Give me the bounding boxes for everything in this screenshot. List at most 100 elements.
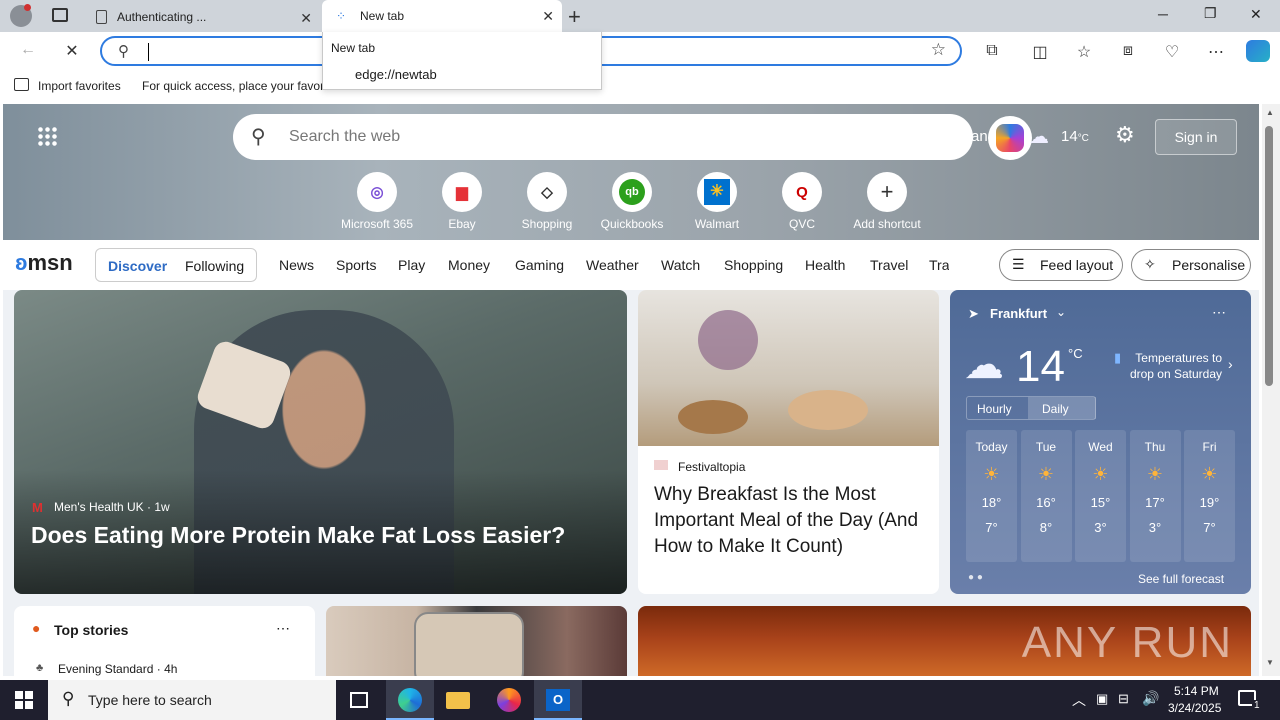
split-screen-icon[interactable]: ◫ xyxy=(1030,42,1050,62)
shortcut-qvc[interactable]: Q QVC xyxy=(762,172,842,231)
edge-taskbar-icon[interactable] xyxy=(386,680,434,720)
article-headline[interactable]: Does Eating More Protein Make Fat Loss E… xyxy=(31,522,621,549)
shortcut-ebay[interactable]: ▆ Ebay xyxy=(422,172,502,231)
nav-travel[interactable]: Travel xyxy=(870,257,908,273)
profile-icon[interactable] xyxy=(10,4,32,27)
chevron-right-icon[interactable]: › xyxy=(1228,356,1233,372)
forecast-day-thu[interactable]: Thu ☀ 17° 3° xyxy=(1129,430,1181,562)
feed-layout-button[interactable]: ☰ Feed layout xyxy=(999,249,1123,281)
nav-gaming[interactable]: Gaming xyxy=(515,257,564,273)
partly-cloudy-icon: ☀ xyxy=(983,464,1000,484)
nav-truncated[interactable]: Tra xyxy=(929,257,949,273)
settings-gear-icon[interactable]: ⚙ xyxy=(1115,122,1135,148)
firefox-icon[interactable] xyxy=(497,688,521,712)
close-window-icon[interactable]: ✕ xyxy=(1250,6,1262,23)
search-icon: ⚲ xyxy=(62,689,75,708)
more-options-icon[interactable]: ⋯ xyxy=(276,620,290,637)
day-low: 3° xyxy=(1148,520,1162,535)
add-shortcut-button[interactable]: + Add shortcut xyxy=(847,172,927,231)
msn-logo[interactable]: ʚmsn xyxy=(15,250,73,276)
watermark: ANY RUN xyxy=(1021,618,1233,667)
tab-discover[interactable]: Discover xyxy=(108,258,167,274)
new-tab-button[interactable]: + xyxy=(568,4,581,30)
restore-icon[interactable]: ❐ xyxy=(1204,5,1217,22)
weather-card[interactable]: ➤ Frankfurt ⌄ ⋯ ☁ 14 °C ▮ Temperatures t… xyxy=(950,290,1251,594)
tab-daily[interactable]: Daily xyxy=(1028,397,1096,419)
collections-icon[interactable]: ⧈ xyxy=(1118,42,1138,62)
copilot-icon[interactable] xyxy=(1246,40,1270,62)
tab-new-tab[interactable]: ⁘ New tab ✕ xyxy=(322,0,562,32)
scroll-down-icon[interactable]: ▼ xyxy=(1266,658,1274,667)
nav-play[interactable]: Play xyxy=(398,257,425,273)
taskbar-search-input[interactable]: Type here to search xyxy=(88,692,212,708)
copilot-avatar-icon[interactable] xyxy=(988,116,1032,160)
suggestion-item[interactable]: edge://newtab xyxy=(355,67,437,82)
newtab-page: ⚲ Search the web an ☁ 14°C ⚙ Sign in ◎ Mi… xyxy=(3,104,1259,676)
favorites-icon[interactable]: ☆ xyxy=(1074,42,1094,62)
nav-news[interactable]: News xyxy=(279,257,314,273)
chevron-down-icon[interactable]: ⌄ xyxy=(1056,305,1066,319)
nav-watch[interactable]: Watch xyxy=(661,257,700,273)
shortcut-walmart[interactable]: ✳ Walmart xyxy=(677,172,757,231)
nav-health[interactable]: Health xyxy=(805,257,845,273)
windows-start-icon[interactable] xyxy=(15,691,33,709)
browser-essentials-icon[interactable]: ♡ xyxy=(1162,42,1182,62)
forecast-day-today[interactable]: Today ☀ 18° 7° xyxy=(966,430,1017,562)
file-explorer-icon[interactable] xyxy=(446,692,470,709)
personalise-button[interactable]: ✧ Personalise xyxy=(1131,249,1251,281)
page-scrollbar[interactable]: ▲ ▼ xyxy=(1262,104,1280,676)
scroll-up-icon[interactable]: ▲ xyxy=(1266,108,1274,117)
hero-article-card[interactable]: M Men's Health UK · 1w Does Eating More … xyxy=(14,290,627,594)
volume-icon[interactable]: 🔊 xyxy=(1142,690,1159,707)
forecast-day-wed[interactable]: Wed ☀ 15° 3° xyxy=(1075,430,1126,562)
import-icon xyxy=(14,78,29,91)
nav-money[interactable]: Money xyxy=(448,257,490,273)
address-input[interactable] xyxy=(148,43,149,61)
device-icon[interactable]: ▣ xyxy=(1096,691,1108,707)
nav-shopping[interactable]: Shopping xyxy=(724,257,783,273)
web-search-box[interactable]: ⚲ Search the web xyxy=(233,114,973,160)
close-tab-icon[interactable]: ✕ xyxy=(542,8,554,25)
weather-city[interactable]: Frankfurt xyxy=(990,306,1047,321)
network-icon[interactable]: ⊟ xyxy=(1118,691,1129,707)
phone-article-card[interactable] xyxy=(326,606,627,676)
fire-article-card[interactable]: ANY RUN xyxy=(638,606,1251,676)
tab-hourly[interactable]: Hourly xyxy=(977,402,1012,416)
forecast-day-tue[interactable]: Tue ☀ 16° 8° xyxy=(1020,430,1072,562)
partly-cloudy-icon: ☀ xyxy=(1037,464,1055,484)
shortcut-quickbooks[interactable]: qb Quickbooks xyxy=(592,172,672,231)
carousel-dots[interactable]: ● ● xyxy=(968,572,983,583)
shortcut-shopping[interactable]: ◇ Shopping xyxy=(507,172,587,231)
sign-in-button[interactable]: Sign in xyxy=(1155,119,1237,155)
chevron-up-icon[interactable]: ︿ xyxy=(1072,690,1086,710)
minimize-icon[interactable]: ─ xyxy=(1158,6,1168,22)
clock-date[interactable]: 3/24/2025 xyxy=(1168,701,1221,715)
apps-launcher-icon[interactable] xyxy=(37,126,57,146)
web-search-input[interactable]: Search the web xyxy=(289,128,400,146)
clock-time[interactable]: 5:14 PM xyxy=(1174,684,1219,698)
see-full-forecast-link[interactable]: See full forecast xyxy=(1138,572,1224,586)
favorite-star-icon[interactable]: ☆ xyxy=(931,40,946,60)
scroll-thumb[interactable] xyxy=(1265,126,1273,386)
stop-icon[interactable]: ✕ xyxy=(62,41,82,61)
extensions-icon[interactable]: ⧉ xyxy=(982,42,1002,62)
article-headline[interactable]: Why Breakfast Is the Most Important Meal… xyxy=(654,482,930,560)
forecast-day-fri[interactable]: Fri ☀ 19° 7° xyxy=(1184,430,1235,562)
back-icon[interactable]: ← xyxy=(18,41,38,61)
tab-actions-icon[interactable] xyxy=(52,8,68,22)
import-favorites-link[interactable]: Import favorites xyxy=(38,79,121,93)
tab-authenticating[interactable]: Authenticating ... ✕ xyxy=(84,2,320,32)
more-options-icon[interactable]: ⋯ xyxy=(1212,304,1226,321)
shortcut-microsoft365[interactable]: ◎ Microsoft 365 xyxy=(337,172,417,231)
outlook-icon[interactable]: O xyxy=(534,680,582,720)
weather-alert[interactable]: Temperatures to drop on Saturday xyxy=(1122,350,1222,382)
close-tab-icon[interactable]: ✕ xyxy=(300,10,312,27)
tab-following[interactable]: Following xyxy=(185,258,244,274)
nav-sports[interactable]: Sports xyxy=(336,257,376,273)
taskbar-search[interactable]: ⚲ Type here to search xyxy=(48,680,336,720)
location-arrow-icon: ➤ xyxy=(968,306,979,321)
nav-weather[interactable]: Weather xyxy=(586,257,639,273)
task-view-icon[interactable] xyxy=(350,692,368,708)
article-card[interactable]: Festivaltopia Why Breakfast Is the Most … xyxy=(638,290,939,594)
more-icon[interactable]: ⋯ xyxy=(1206,42,1226,62)
